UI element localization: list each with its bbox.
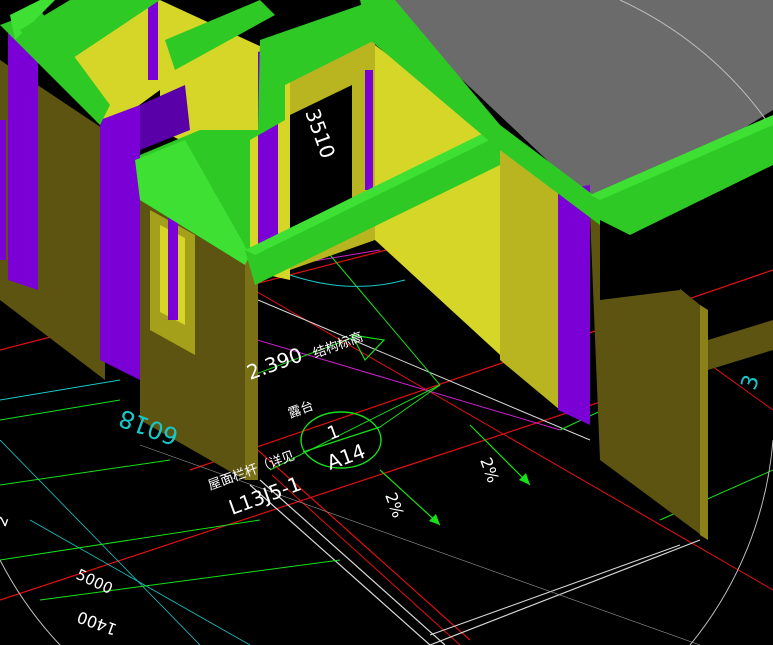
column-right [558,185,590,425]
column-left [8,18,38,290]
wall-right-front-face [700,305,708,540]
column-front-left [100,105,140,380]
model-viewport[interactable]: 2.390 结构标高 露台 1 A14 屋面栏杆（详见 L13J5-1 2% 2… [0,0,773,645]
